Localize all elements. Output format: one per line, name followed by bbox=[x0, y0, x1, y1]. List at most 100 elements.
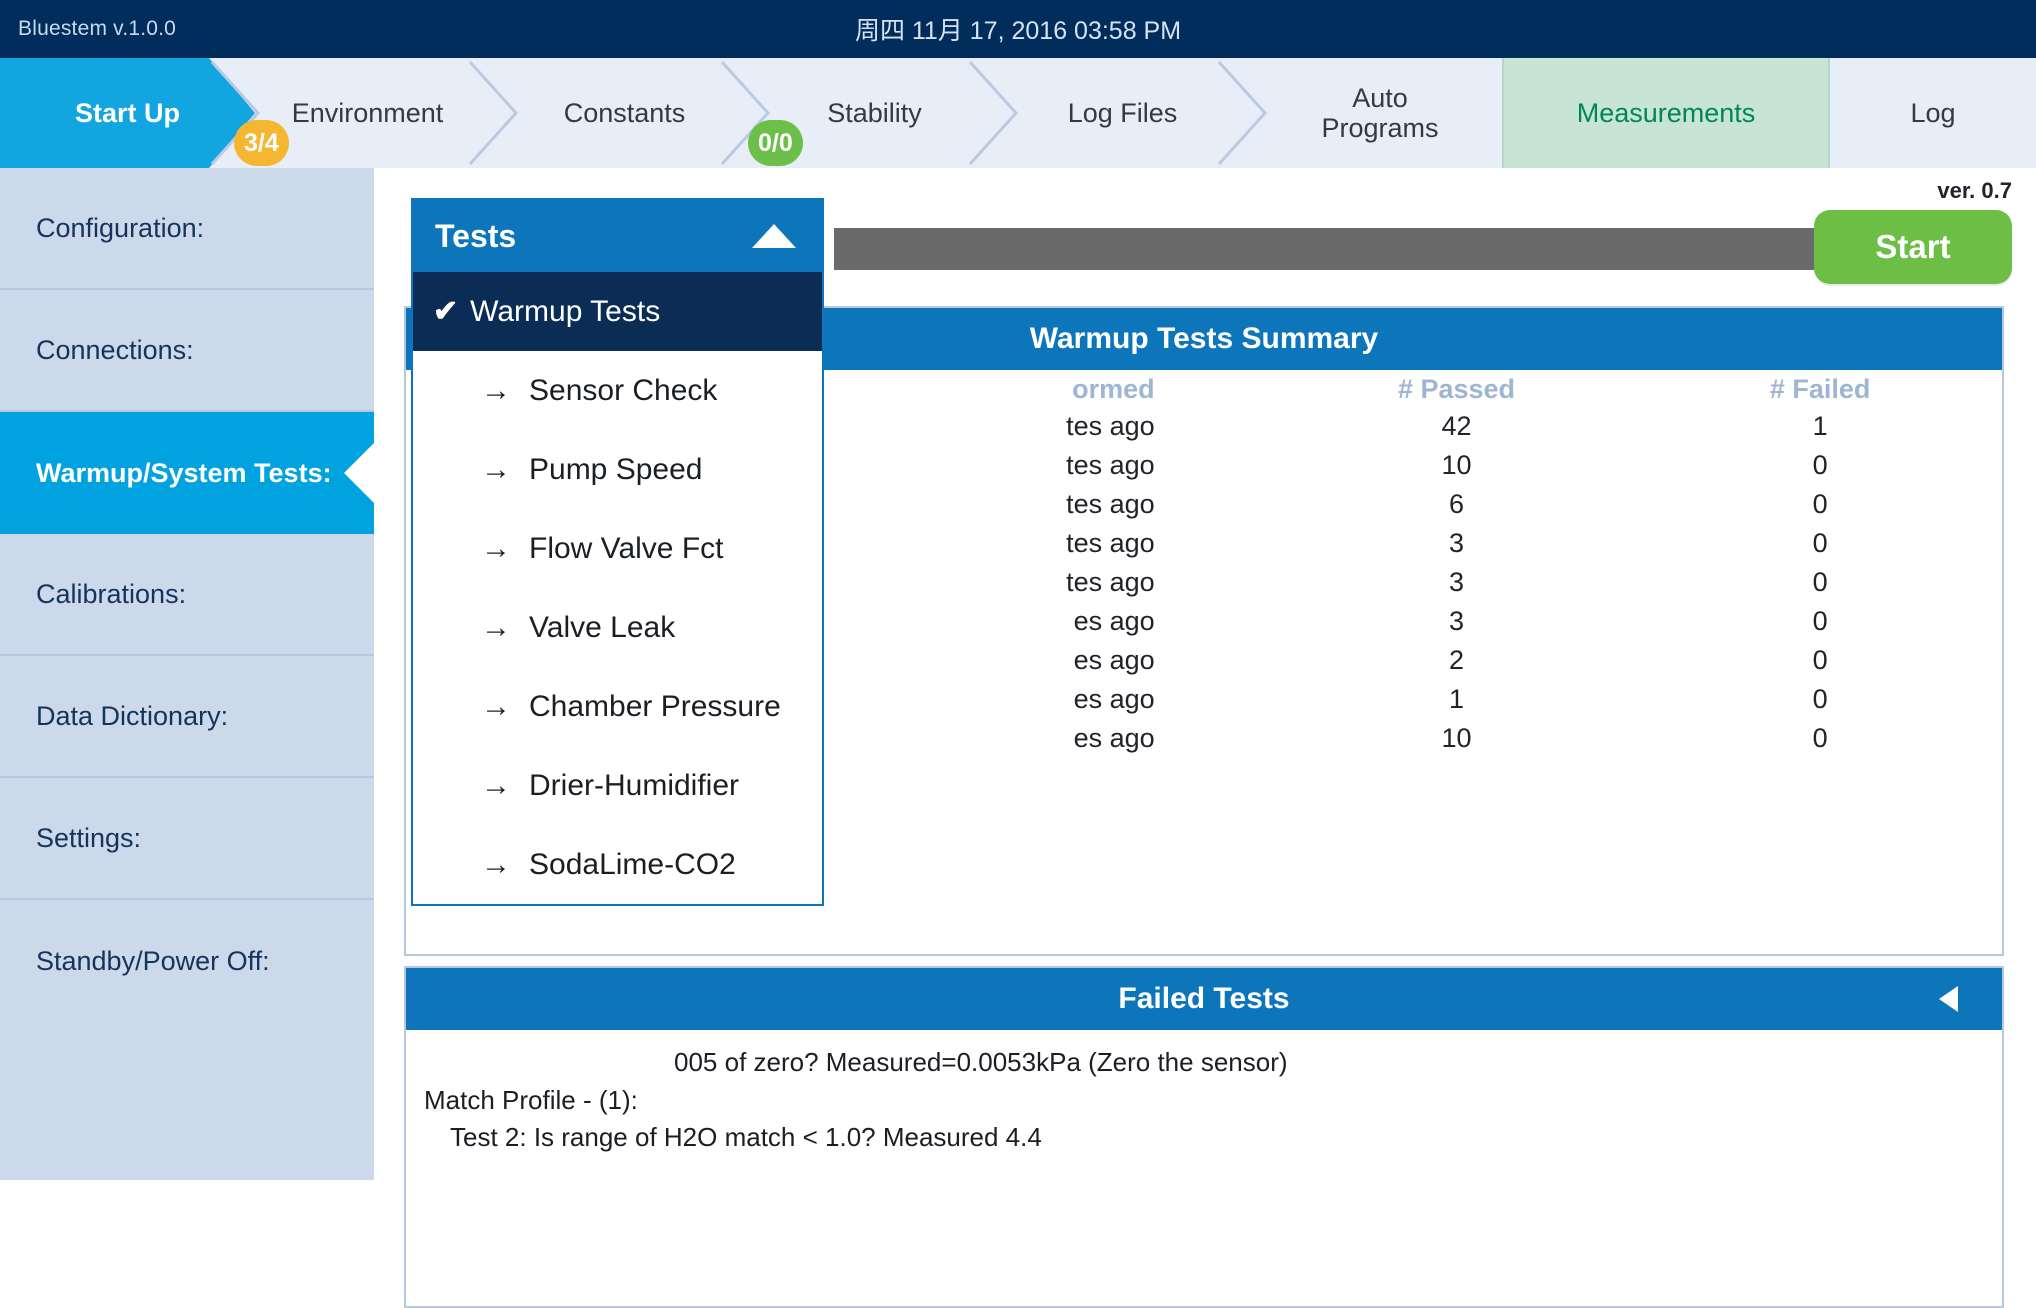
arrow-right-icon: → bbox=[481, 611, 511, 645]
cell-passed: 3 bbox=[1275, 524, 1639, 563]
failed-tests-card: Failed Tests 005 of zero? Measured=0.005… bbox=[404, 966, 2004, 1308]
cell-performed: tes ago bbox=[840, 563, 1274, 602]
tab-environment-label: Environment bbox=[288, 98, 448, 128]
tests-dropdown-item-label: Drier-Humidifier bbox=[529, 769, 739, 803]
cell-passed: 6 bbox=[1275, 485, 1639, 524]
caret-up-icon[interactable] bbox=[752, 224, 796, 248]
tab-log-files[interactable]: Log Files bbox=[1010, 58, 1235, 168]
sidebar-item-label: Settings: bbox=[36, 823, 141, 854]
sidebar-item-data-dictionary[interactable]: Data Dictionary: bbox=[0, 656, 374, 778]
cell-passed: 10 bbox=[1275, 446, 1639, 485]
tests-dropdown-item-flow-valve-fct[interactable]: → Flow Valve Fct bbox=[413, 509, 822, 588]
cell-performed: tes ago bbox=[840, 446, 1274, 485]
cell-passed: 10 bbox=[1275, 719, 1639, 758]
tab-measurements-label: Measurements bbox=[1573, 98, 1760, 128]
tests-dropdown-item-label: Warmup Tests bbox=[470, 295, 660, 329]
tests-dropdown-item-label: Flow Valve Fct bbox=[529, 532, 724, 566]
sidebar-item-warmup-system-tests[interactable]: Warmup/System Tests: bbox=[0, 412, 374, 534]
sidebar-item-label: Data Dictionary: bbox=[36, 701, 228, 732]
tab-measurements[interactable]: Measurements bbox=[1502, 58, 1830, 168]
tab-log[interactable]: Log bbox=[1830, 58, 2036, 168]
cell-performed: tes ago bbox=[840, 485, 1274, 524]
main-tab-strip: Start Up Environment 3/4 Constants Stabi… bbox=[0, 58, 2036, 168]
cell-failed: 0 bbox=[1638, 602, 2002, 641]
cell-performed: es ago bbox=[840, 680, 1274, 719]
test-progress-bar bbox=[834, 228, 1834, 270]
arrow-right-icon: → bbox=[481, 848, 511, 882]
sidebar-item-standby-power-off[interactable]: Standby/Power Off: bbox=[0, 900, 374, 1022]
cell-performed: es ago bbox=[840, 602, 1274, 641]
arrow-right-icon: → bbox=[481, 532, 511, 566]
app-version-label: Bluestem v.1.0.0 bbox=[18, 17, 176, 41]
arrow-right-icon: → bbox=[481, 690, 511, 724]
check-icon: ✔ bbox=[433, 294, 458, 329]
cell-passed: 42 bbox=[1275, 407, 1639, 446]
cell-failed: 0 bbox=[1638, 719, 2002, 758]
sidebar-item-configuration[interactable]: Configuration: bbox=[0, 168, 374, 290]
cell-failed: 0 bbox=[1638, 446, 2002, 485]
tab-auto-programs-label-line2: Programs bbox=[1317, 113, 1442, 143]
selected-pointer-icon bbox=[344, 443, 374, 503]
start-button[interactable]: Start bbox=[1814, 210, 2012, 284]
sidebar-item-settings[interactable]: Settings: bbox=[0, 778, 374, 900]
tests-dropdown-item-chamber-pressure[interactable]: → Chamber Pressure bbox=[413, 667, 822, 746]
sidebar: Configuration: Connections: Warmup/Syste… bbox=[0, 168, 374, 1180]
column-header-passed: # Passed bbox=[1275, 370, 1639, 407]
cell-failed: 0 bbox=[1638, 524, 2002, 563]
tests-dropdown-item-label: Pump Speed bbox=[529, 453, 702, 487]
sidebar-item-calibrations[interactable]: Calibrations: bbox=[0, 534, 374, 656]
tests-dropdown[interactable]: Tests ✔ Warmup Tests → Sensor Check → Pu… bbox=[411, 198, 824, 906]
cell-failed: 0 bbox=[1638, 680, 2002, 719]
tests-dropdown-item-valve-leak[interactable]: → Valve Leak bbox=[413, 588, 822, 667]
tests-dropdown-item-drier-humidifier[interactable]: → Drier-Humidifier bbox=[413, 746, 822, 825]
failed-tests-header[interactable]: Failed Tests bbox=[406, 968, 2002, 1030]
cell-passed: 1 bbox=[1275, 680, 1639, 719]
sidebar-item-label: Warmup/System Tests: bbox=[36, 458, 332, 489]
tests-dropdown-title: Tests bbox=[435, 218, 516, 255]
cell-failed: 1 bbox=[1638, 407, 2002, 446]
version-label: ver. 0.7 bbox=[1937, 178, 2012, 204]
cell-performed: tes ago bbox=[840, 407, 1274, 446]
cell-passed: 3 bbox=[1275, 563, 1639, 602]
triangle-left-icon[interactable] bbox=[1939, 986, 1958, 1012]
tab-start-up-label: Start Up bbox=[71, 98, 184, 128]
cell-failed: 0 bbox=[1638, 641, 2002, 680]
tab-start-up[interactable]: Start Up bbox=[0, 58, 255, 168]
title-bar: Bluestem v.1.0.0 周四 11月 17, 2016 03:58 P… bbox=[0, 0, 2036, 58]
tab-constants-label: Constants bbox=[560, 98, 690, 128]
tab-environment[interactable]: Environment bbox=[255, 58, 480, 168]
cell-failed: 0 bbox=[1638, 563, 2002, 602]
tests-dropdown-item-sensor-check[interactable]: → Sensor Check bbox=[413, 351, 822, 430]
tests-dropdown-item-pump-speed[interactable]: → Pump Speed bbox=[413, 430, 822, 509]
sidebar-item-label: Calibrations: bbox=[36, 579, 186, 610]
badge-stability: 0/0 bbox=[748, 120, 803, 166]
warmup-tests-summary-title: Warmup Tests Summary bbox=[1030, 322, 1378, 356]
tests-dropdown-item-label: SodaLime-CO2 bbox=[529, 848, 736, 882]
sidebar-item-connections[interactable]: Connections: bbox=[0, 290, 374, 412]
column-header-failed: # Failed bbox=[1638, 370, 2002, 407]
arrow-right-icon: → bbox=[481, 453, 511, 487]
tests-dropdown-item-warmup-tests[interactable]: ✔ Warmup Tests bbox=[413, 272, 822, 351]
tab-auto-programs[interactable]: Auto Programs bbox=[1260, 58, 1500, 168]
failed-test-line: Match Profile - (1): bbox=[424, 1082, 1984, 1120]
cell-performed: tes ago bbox=[840, 524, 1274, 563]
tab-log-label: Log bbox=[1906, 98, 1959, 128]
tests-dropdown-header[interactable]: Tests bbox=[413, 200, 822, 272]
cell-passed: 2 bbox=[1275, 641, 1639, 680]
cell-passed: 3 bbox=[1275, 602, 1639, 641]
tab-constants[interactable]: Constants bbox=[512, 58, 737, 168]
run-controls-row: Start bbox=[834, 222, 2012, 284]
arrow-right-icon: → bbox=[481, 769, 511, 803]
cell-failed: 0 bbox=[1638, 485, 2002, 524]
tests-dropdown-item-label: Chamber Pressure bbox=[529, 690, 781, 724]
tests-dropdown-item-label: Sensor Check bbox=[529, 374, 717, 408]
datetime-label: 周四 11月 17, 2016 03:58 PM bbox=[855, 11, 1181, 47]
tab-stability-label: Stability bbox=[823, 98, 926, 128]
tab-log-files-label: Log Files bbox=[1064, 98, 1182, 128]
sidebar-item-label: Connections: bbox=[36, 335, 194, 366]
failed-tests-body: 005 of zero? Measured=0.0053kPa (Zero th… bbox=[406, 1030, 2002, 1171]
tab-auto-programs-label-line1: Auto bbox=[1348, 83, 1412, 113]
tests-dropdown-item-sodalime-co2[interactable]: → SodaLime-CO2 bbox=[413, 825, 822, 904]
cell-performed: es ago bbox=[840, 719, 1274, 758]
arrow-right-icon: → bbox=[481, 374, 511, 408]
